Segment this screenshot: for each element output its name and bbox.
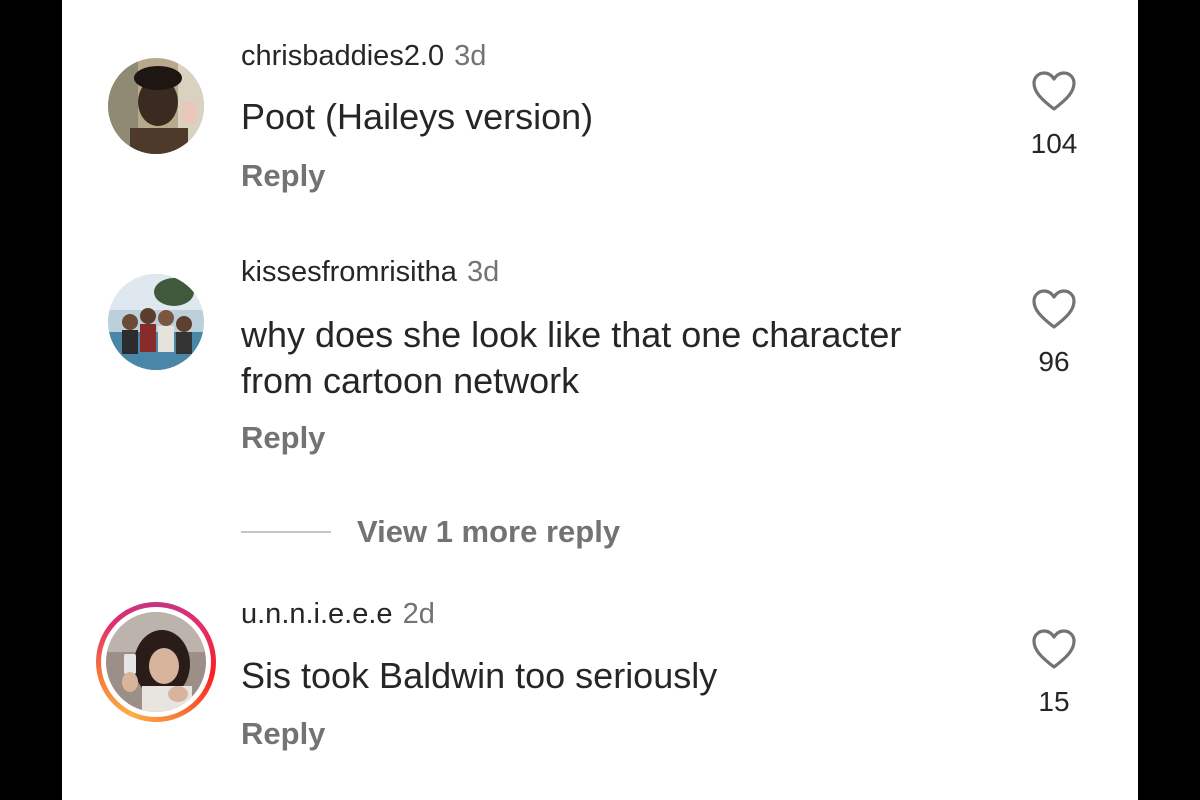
reply-button[interactable]: Reply bbox=[241, 420, 325, 456]
username[interactable]: u.n.n.i.e.e.e bbox=[241, 598, 393, 630]
heart-outline-icon[interactable] bbox=[1028, 288, 1080, 330]
view-more-replies-label: View 1 more reply bbox=[357, 514, 621, 549]
comment-text: Poot (Haileys version) bbox=[241, 96, 594, 137]
timestamp: 2d bbox=[402, 598, 435, 630]
comment-meta: kissesfromrisitha 3d bbox=[241, 256, 499, 289]
comment-meta: chrisbaddies2.0 3d bbox=[241, 40, 486, 73]
story-ring[interactable] bbox=[96, 602, 216, 722]
timestamp: 3d bbox=[454, 40, 487, 72]
avatar bbox=[106, 612, 206, 712]
username[interactable]: kissesfromrisitha bbox=[241, 256, 457, 288]
like-control: 15 bbox=[1028, 628, 1080, 718]
heart-outline-icon[interactable] bbox=[1028, 628, 1080, 670]
comment-text: Sis took Baldwin too seriously bbox=[241, 655, 718, 696]
view-more-replies-button[interactable]: View 1 more reply bbox=[241, 510, 620, 554]
divider bbox=[241, 531, 331, 533]
like-control: 104 bbox=[1028, 70, 1080, 160]
avatar[interactable] bbox=[108, 274, 204, 370]
comment-text: why does she look like that one characte… bbox=[241, 314, 902, 401]
like-count: 15 bbox=[1038, 686, 1070, 717]
avatar[interactable] bbox=[108, 58, 204, 154]
heart-outline-icon[interactable] bbox=[1028, 70, 1080, 112]
comments-panel: chrisbaddies2.0 3d Poot (Haileys version)… bbox=[62, 0, 1138, 800]
reply-button[interactable]: Reply bbox=[241, 158, 325, 194]
like-count: 96 bbox=[1038, 346, 1070, 377]
comment-meta: u.n.n.i.e.e.e 2d bbox=[241, 598, 435, 631]
like-control: 96 bbox=[1028, 288, 1080, 378]
like-count: 104 bbox=[1030, 128, 1078, 159]
username[interactable]: chrisbaddies2.0 bbox=[241, 40, 444, 72]
timestamp: 3d bbox=[466, 256, 500, 288]
reply-button[interactable]: Reply bbox=[241, 716, 325, 752]
